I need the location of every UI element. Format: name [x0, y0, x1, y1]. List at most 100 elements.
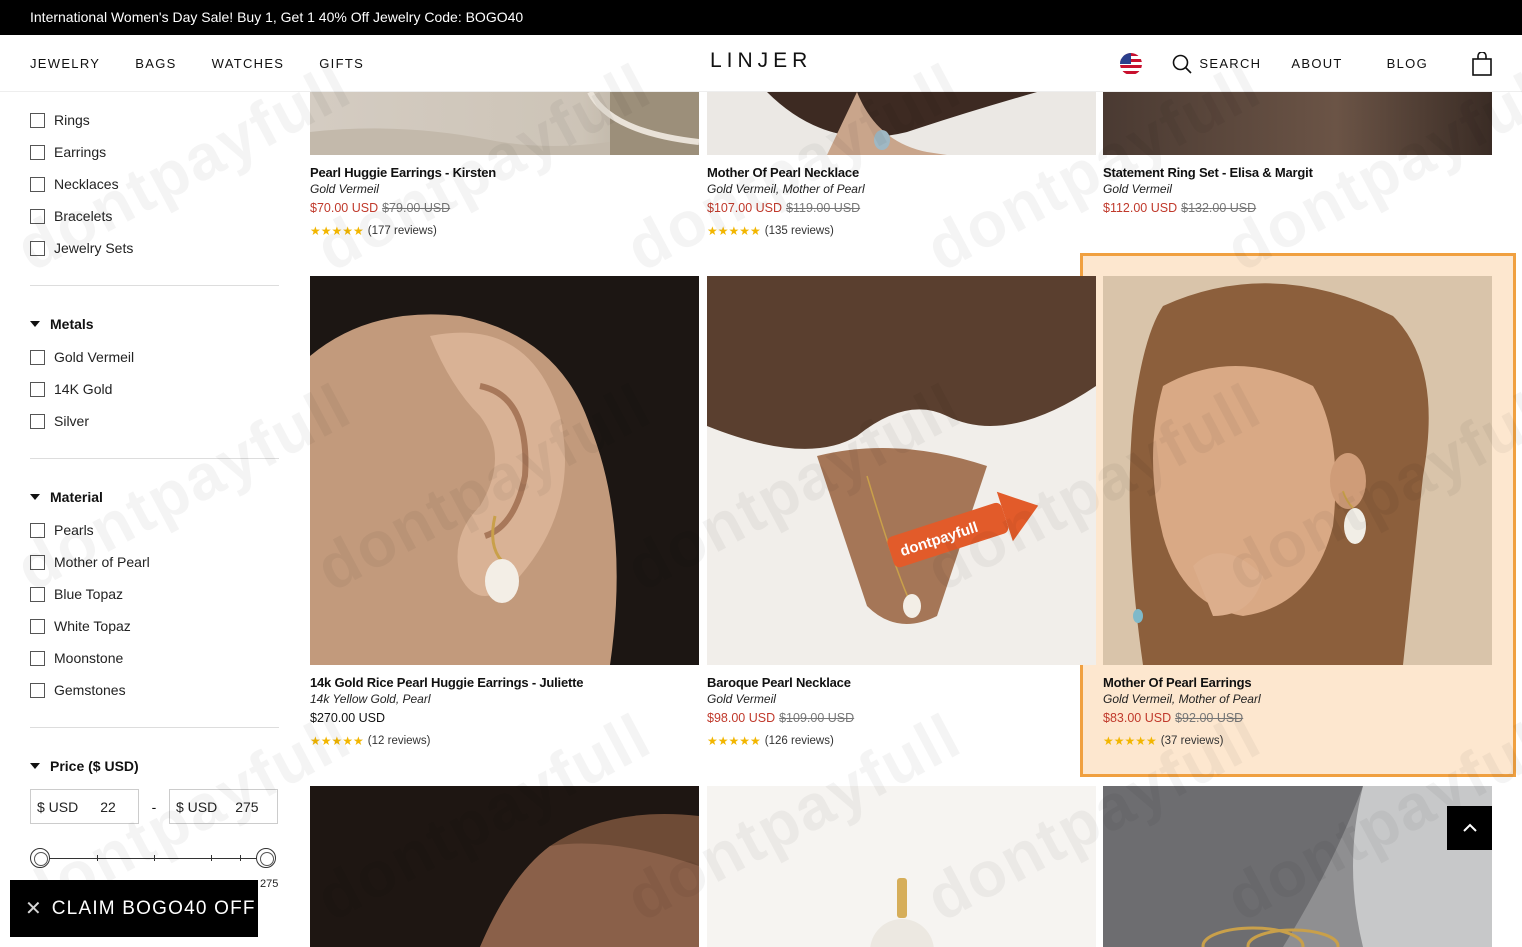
product-material: Gold Vermeil, Mother of Pearl [707, 182, 865, 196]
filter-option-gold-vermeil[interactable]: Gold Vermeil [30, 341, 279, 373]
filter-option-rings[interactable]: Rings [30, 104, 279, 136]
product-price: $270.00 USD [310, 711, 386, 725]
checkbox[interactable] [30, 176, 45, 192]
checkbox[interactable] [30, 240, 45, 256]
shopping-bag-icon[interactable] [1472, 51, 1492, 76]
product-price: $98.00 USD $109.00 USD [707, 711, 855, 725]
product-card[interactable]: Pearl Huggie Earrings - Kirsten Gold Ver… [310, 92, 699, 238]
filter-option-white-topaz[interactable]: White Topaz [30, 610, 279, 642]
filter-option-bracelets[interactable]: Bracelets [30, 200, 279, 232]
slider-min-handle[interactable] [30, 848, 50, 868]
product-photo [1103, 276, 1492, 665]
nav-about[interactable]: ABOUT [1291, 56, 1342, 71]
promo-banner[interactable]: International Women's Day Sale! Buy 1, G… [0, 0, 1522, 35]
product-photo [310, 786, 699, 947]
filter-option-gemstones[interactable]: Gemstones [30, 674, 279, 706]
checkbox[interactable] [30, 349, 45, 365]
filter-option-pearls[interactable]: Pearls [30, 514, 279, 546]
product-photo [707, 786, 1096, 947]
filter-divider [30, 285, 279, 286]
back-to-top-button[interactable] [1447, 806, 1492, 850]
filter-option-silver[interactable]: Silver [30, 405, 279, 437]
star-rating-icon: ★★★★★ [310, 734, 364, 748]
product-image[interactable]: dontpayfull [707, 276, 1096, 665]
star-rating-icon: ★★★★★ [707, 224, 761, 238]
price-slider[interactable] [30, 848, 278, 868]
slider-max-label: 275 [260, 878, 279, 890]
checkbox[interactable] [30, 586, 45, 602]
checkbox[interactable] [30, 554, 45, 570]
price-separator: - [151, 798, 157, 815]
checkbox[interactable] [30, 112, 45, 128]
filter-heading-metals[interactable]: Metals [30, 316, 94, 332]
product-card[interactable] [310, 786, 699, 947]
product-image[interactable] [707, 92, 1096, 155]
filter-group-types: Rings Earrings Necklaces Bracelets Jewel… [30, 104, 279, 264]
product-rating[interactable]: ★★★★★ (37 reviews) [1103, 734, 1492, 748]
nav-blog[interactable]: BLOG [1387, 56, 1428, 71]
product-photo [1103, 786, 1492, 947]
product-image[interactable] [310, 92, 699, 155]
product-card[interactable] [707, 786, 1096, 947]
product-name[interactable]: Baroque Pearl Necklace [707, 675, 1096, 690]
filter-option-blue-topaz[interactable]: Blue Topaz [30, 578, 279, 610]
slider-max-handle[interactable] [256, 848, 276, 868]
product-name[interactable]: Pearl Huggie Earrings - Kirsten [310, 165, 699, 180]
price-min-input[interactable]: $ USD 22 [30, 789, 139, 824]
filter-option-mother-of-pearl[interactable]: Mother of Pearl [30, 546, 279, 578]
search-button[interactable]: SEARCH [1172, 54, 1261, 74]
product-card[interactable]: Mother Of Pearl Necklace Gold Vermeil, M… [707, 92, 1096, 238]
product-card[interactable]: Statement Ring Set - Elisa & Margit Gold… [1103, 92, 1492, 215]
product-image[interactable] [310, 786, 699, 947]
product-image[interactable] [1103, 92, 1492, 155]
filter-option-jewelry-sets[interactable]: Jewelry Sets [30, 232, 279, 264]
slider-tick [97, 855, 98, 861]
product-name[interactable]: Mother Of Pearl Necklace [707, 165, 1096, 180]
product-card[interactable]: Mother Of Pearl Earrings Gold Vermeil, M… [1103, 276, 1492, 748]
checkbox[interactable] [30, 144, 45, 160]
product-card[interactable]: dontpayfull Baroque Pearl Necklace Gold … [707, 276, 1096, 748]
site-logo[interactable]: LINJER [710, 49, 812, 73]
us-flag-icon[interactable] [1120, 52, 1143, 75]
checkbox[interactable] [30, 650, 45, 666]
product-image[interactable] [1103, 786, 1492, 947]
star-rating-icon: ★★★★★ [707, 734, 761, 748]
nav-gifts[interactable]: GIFTS [319, 56, 364, 71]
product-card[interactable]: 14k Gold Rice Pearl Huggie Earrings - Ju… [310, 276, 699, 748]
price-range-inputs: $ USD 22 - $ USD 275 [30, 789, 278, 824]
product-name[interactable]: Statement Ring Set - Elisa & Margit [1103, 165, 1492, 180]
product-card[interactable] [1103, 786, 1492, 947]
filter-option-14k-gold[interactable]: 14K Gold [30, 373, 279, 405]
slider-tick [240, 855, 241, 861]
filter-option-necklaces[interactable]: Necklaces [30, 168, 279, 200]
price-max-input[interactable]: $ USD 275 [169, 789, 278, 824]
checkbox[interactable] [30, 682, 45, 698]
checkbox[interactable] [30, 208, 45, 224]
filter-option-moonstone[interactable]: Moonstone [30, 642, 279, 674]
product-image[interactable] [1103, 276, 1492, 665]
product-rating[interactable]: ★★★★★ (126 reviews) [707, 734, 1096, 748]
checkbox[interactable] [30, 413, 45, 429]
product-image[interactable] [707, 786, 1096, 947]
product-rating[interactable]: ★★★★★ (177 reviews) [310, 224, 699, 238]
filter-heading-material[interactable]: Material [30, 489, 103, 505]
filter-group-material: Pearls Mother of Pearl Blue Topaz White … [30, 514, 279, 706]
nav-jewelry[interactable]: JEWELRY [30, 56, 100, 71]
product-material: 14k Yellow Gold, Pearl [310, 692, 431, 706]
checkbox[interactable] [30, 618, 45, 634]
close-icon[interactable]: ✕ [25, 899, 42, 919]
checkbox[interactable] [30, 522, 45, 538]
filter-heading-price[interactable]: Price ($ USD) [30, 758, 139, 774]
search-label: SEARCH [1199, 56, 1262, 71]
checkbox[interactable] [30, 381, 45, 397]
product-image[interactable] [310, 276, 699, 665]
product-name[interactable]: 14k Gold Rice Pearl Huggie Earrings - Ju… [310, 675, 699, 690]
nav-watches[interactable]: WATCHES [212, 56, 285, 71]
filter-option-earrings[interactable]: Earrings [30, 136, 279, 168]
product-rating[interactable]: ★★★★★ (135 reviews) [707, 224, 1096, 238]
nav-bags[interactable]: BAGS [135, 56, 176, 71]
product-name[interactable]: Mother Of Pearl Earrings [1103, 675, 1492, 690]
product-rating[interactable]: ★★★★★ (12 reviews) [310, 734, 699, 748]
claim-offer-button[interactable]: ✕ CLAIM BOGO40 OFF [10, 880, 258, 937]
filter-divider [30, 727, 279, 728]
